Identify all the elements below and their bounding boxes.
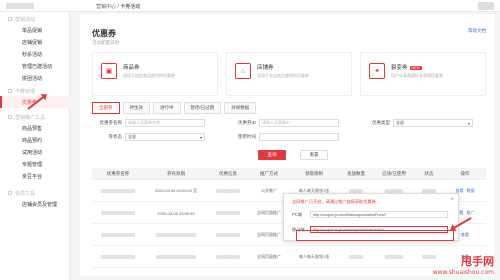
data-link[interactable]: 数据 — [467, 188, 475, 194]
tab-paused[interactable]: 暂停/已过期 — [183, 102, 222, 114]
status-select[interactable]: 全部 ▾ — [125, 133, 205, 141]
table-header: 优惠券名称 券有效期 优惠信息 推广方式 领取限制 发放数量 已领/已使用 状态… — [92, 168, 486, 180]
tab-data[interactable]: 效果数据 — [224, 102, 257, 114]
popup-title: 全网推广已开启，请通过推广链接获取优惠券 — [292, 199, 376, 204]
sidebar-item-manage[interactable]: 管理已建活动 — [0, 60, 70, 72]
watermark: 甩手网 www.shuaishou.com — [432, 255, 494, 276]
card-fission-coupon[interactable]: ✦ 裂变券 NEW 用户分享邀请好友获得优惠券 — [360, 52, 486, 96]
sidebar-item-jingdou[interactable]: 京豆平台 — [0, 170, 70, 182]
pc-link-field[interactable]: http://coupon.jd.com/ilink/couponActiveF… — [310, 211, 448, 218]
sidebar-item-seckill[interactable]: 秒杀活动 — [0, 48, 70, 60]
close-icon[interactable]: × — [450, 197, 454, 203]
view-link[interactable]: 查看 — [461, 232, 469, 238]
breadcrumb-current: 卡券活动 — [120, 4, 141, 10]
card-product-coupon[interactable]: ▣ 商品券 适用于指定商品使用的优惠券 — [92, 52, 218, 96]
coupon-type-cards: ▣ 商品券 适用于指定商品使用的优惠券 ⌂ 店铺券 适用于全店商品使用的优惠券 … — [92, 52, 486, 96]
folder-icon — [8, 191, 12, 195]
sidebar-item-presale[interactable]: 商品预售 — [0, 122, 70, 134]
card-shop-coupon[interactable]: ⌂ 店铺券 适用于全店商品使用的优惠券 — [226, 52, 352, 96]
user-info[interactable] — [478, 2, 494, 10]
status-tabs: 全部券 待生效 进行中 暂停/已过期 效果数据 — [92, 102, 257, 114]
annotation-highlight-box — [296, 230, 454, 241]
table-row: 全网页面推广 每人每天限领1张 查看 — [92, 246, 486, 268]
tab-pending[interactable]: 待生效 — [122, 102, 150, 114]
sidebar-group-tools: 营销推广工具 商品预售 商品预约 试用活动 专题管理 京豆平台 — [0, 112, 70, 182]
tab-all[interactable]: 全部券 — [92, 102, 120, 114]
sidebar-group-marketing: 营销活动 单品促销 店铺促销 秒杀活动 管理已建活动 拼团活动 — [0, 14, 70, 84]
help-link[interactable]: 帮助文档 — [468, 28, 486, 34]
coupon-id-input[interactable]: 请输入优惠券ID — [259, 119, 339, 127]
coupon-name-input[interactable]: 请输入优惠券名称 — [125, 119, 205, 127]
sidebar-item-reservation[interactable]: 商品预约 — [0, 134, 70, 146]
folder-icon — [8, 89, 12, 93]
bag-icon: ▣ — [101, 63, 117, 79]
page-subtitle[interactable]: 活动配置说明 — [92, 40, 119, 46]
chevron-down-icon: ▾ — [467, 120, 470, 126]
breadcrumb-root[interactable]: 营销中心 — [96, 4, 116, 10]
date-range-input[interactable] — [259, 133, 339, 141]
reset-button[interactable]: 重置 — [300, 150, 328, 160]
sidebar-item-topics[interactable]: 专题管理 — [0, 158, 70, 170]
sidebar-item-group-buy[interactable]: 拼团活动 — [0, 72, 70, 84]
promote-link[interactable]: 推广 — [467, 210, 475, 216]
search-button[interactable]: 查询 — [258, 150, 286, 160]
sidebar-item-trial[interactable]: 试用活动 — [0, 146, 70, 158]
sidebar-group-member: 会员工具 店铺会员及管理 — [0, 188, 70, 210]
sidebar-item-single-promo[interactable]: 单品促销 — [0, 24, 70, 36]
breadcrumb: 营销中心 / 卡券活动 — [96, 4, 141, 10]
sidebar-item-shop-promo[interactable]: 店铺促销 — [0, 36, 70, 48]
top-bar: 营销中心 / 卡券活动 — [0, 0, 500, 12]
sidebar-item-member[interactable]: 店铺会员及管理 — [0, 198, 70, 210]
folder-icon — [8, 115, 12, 119]
sidebar: 营销活动 单品促销 店铺促销 秒杀活动 管理已建活动 拼团活动 卡券管理 优惠券… — [0, 12, 70, 280]
fission-icon: ✦ — [369, 63, 385, 79]
shop-icon: ⌂ — [235, 63, 251, 79]
folder-icon — [8, 17, 12, 21]
page-title: 优惠券 — [92, 29, 116, 38]
logo — [6, 3, 34, 9]
tab-active[interactable]: 进行中 — [153, 102, 181, 114]
type-select[interactable]: 全部 ▾ — [393, 119, 473, 127]
chevron-down-icon: ▾ — [199, 134, 202, 140]
pc-link-row: PC端 http://coupon.jd.com/ilink/couponAct… — [292, 211, 448, 218]
new-badge: NEW — [409, 66, 422, 70]
